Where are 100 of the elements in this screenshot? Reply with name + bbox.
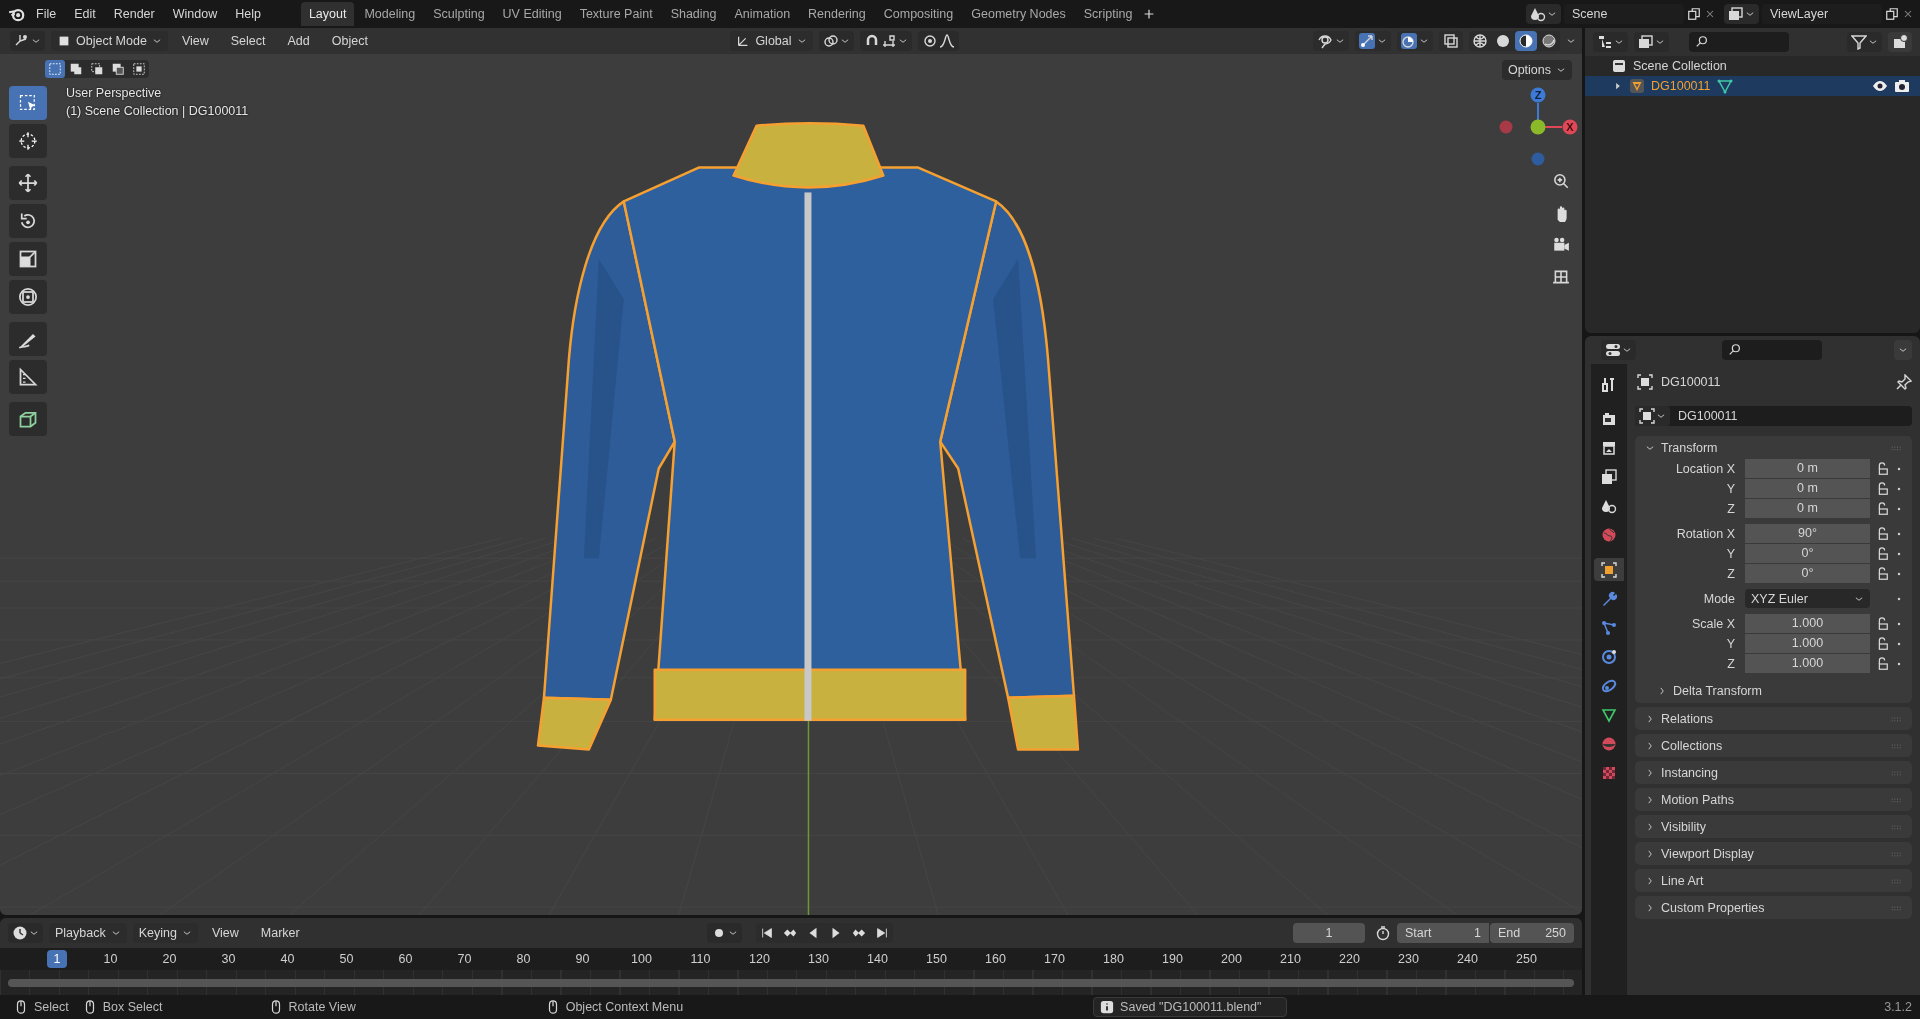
- axis-handle[interactable]: Z: [1530, 87, 1546, 103]
- workspace-tab[interactable]: Layout: [300, 2, 355, 26]
- panel-header[interactable]: Visibility: [1635, 815, 1912, 838]
- menu-item[interactable]: File: [28, 4, 65, 24]
- filter-button[interactable]: [1847, 32, 1882, 52]
- menu-item[interactable]: View: [173, 31, 217, 51]
- display-mode-button[interactable]: [1634, 32, 1669, 52]
- workspace-tab[interactable]: Modeling: [356, 2, 424, 26]
- number-field[interactable]: 0°: [1745, 544, 1870, 563]
- editor-type-button[interactable]: [8, 923, 43, 943]
- menu-item[interactable]: Help: [227, 4, 269, 24]
- toggle-button[interactable]: [1355, 31, 1391, 51]
- number-field[interactable]: 1.000: [1745, 614, 1870, 633]
- shading-button[interactable]: [1515, 31, 1537, 51]
- proportional-button[interactable]: [917, 31, 959, 51]
- browse-button[interactable]: [1526, 4, 1561, 24]
- tree-item[interactable]: DG100011: [1585, 76, 1920, 96]
- number-field[interactable]: 0 m: [1745, 459, 1870, 478]
- axis-handle[interactable]: [1499, 120, 1513, 134]
- browse-button[interactable]: [1635, 406, 1670, 426]
- tool-button[interactable]: [9, 360, 47, 394]
- tool-button[interactable]: [9, 124, 47, 158]
- tool-button[interactable]: [9, 86, 47, 120]
- workspace-tab[interactable]: Texture Paint: [571, 2, 661, 26]
- menu-item[interactable]: Render: [105, 4, 163, 24]
- panel-header[interactable]: Transform: [1635, 436, 1912, 459]
- pin-icon[interactable]: [1896, 374, 1912, 390]
- scrollbar[interactable]: [8, 979, 1574, 987]
- menu-item[interactable]: Object: [323, 31, 376, 51]
- number-field[interactable]: 1.000: [1745, 634, 1870, 653]
- subpanel-header[interactable]: Delta Transform: [1635, 679, 1912, 703]
- layers-field[interactable]: ViewLayer: [1762, 4, 1882, 24]
- tool-button[interactable]: [9, 322, 47, 356]
- menu-item[interactable]: View: [203, 923, 247, 943]
- eye-icon[interactable]: [1872, 78, 1888, 94]
- menu-item[interactable]: Edit: [66, 4, 104, 24]
- options-dropdown[interactable]: Options: [1501, 60, 1572, 80]
- close-icon[interactable]: [1704, 8, 1716, 20]
- panel-header[interactable]: Collections: [1635, 734, 1912, 757]
- panel-header[interactable]: Custom Properties: [1635, 896, 1912, 919]
- number-field[interactable]: 0°: [1745, 564, 1870, 583]
- workspace-tab[interactable]: Animation: [726, 2, 799, 26]
- tool-button[interactable]: [9, 280, 47, 314]
- toggle-button[interactable]: [1313, 31, 1349, 51]
- options-button[interactable]: [1894, 340, 1912, 360]
- menu-item[interactable]: Add: [279, 31, 318, 51]
- workspace-tab[interactable]: Geometry Nodes: [963, 2, 1074, 26]
- current-frame-field[interactable]: 1: [1293, 923, 1365, 943]
- browse-button[interactable]: [1724, 4, 1759, 24]
- copy-icon[interactable]: [1687, 7, 1701, 21]
- tree-item[interactable]: Scene Collection: [1585, 56, 1920, 76]
- start-frame-field[interactable]: Start 1: [1397, 923, 1489, 943]
- toggle-button[interactable]: [1397, 31, 1433, 51]
- number-field[interactable]: 1.000: [1745, 654, 1870, 673]
- panel-header[interactable]: Motion Paths: [1635, 788, 1912, 811]
- stopwatch-icon[interactable]: [1375, 925, 1391, 941]
- editor-type-button[interactable]: [1601, 340, 1636, 360]
- tool-button[interactable]: [9, 204, 47, 238]
- panel-header[interactable]: Viewport Display: [1635, 842, 1912, 865]
- close-icon[interactable]: [1902, 8, 1914, 20]
- panel-header[interactable]: Line Art: [1635, 869, 1912, 892]
- panel-header[interactable]: Relations: [1635, 707, 1912, 730]
- workspace-tab[interactable]: Shading: [662, 2, 725, 26]
- copy-icon[interactable]: [1885, 7, 1899, 21]
- panel-header[interactable]: Instancing: [1635, 761, 1912, 784]
- workspace-tab[interactable]: Rendering: [800, 2, 874, 26]
- record-button[interactable]: [707, 923, 743, 943]
- axis-handle[interactable]: [1531, 152, 1545, 166]
- number-field[interactable]: 0 m: [1745, 499, 1870, 518]
- workspace-tab[interactable]: UV Editing: [494, 2, 570, 26]
- new-collection-button[interactable]: [1888, 32, 1912, 52]
- properties-tab[interactable]: [1594, 558, 1624, 581]
- axis-handle[interactable]: [1530, 119, 1546, 135]
- mode-dropdown[interactable]: Object Mode: [51, 31, 168, 51]
- search-field[interactable]: [1689, 32, 1789, 52]
- end-frame-field[interactable]: End 250: [1490, 923, 1574, 943]
- pivot-button[interactable]: [818, 31, 854, 51]
- select-mode-button[interactable]: [45, 60, 65, 78]
- menu-item[interactable]: Select: [222, 31, 274, 51]
- orientation-dropdown[interactable]: Global: [730, 31, 813, 51]
- menu-item[interactable]: Marker: [252, 923, 308, 943]
- number-field[interactable]: 90°: [1745, 524, 1870, 543]
- workspace-tab[interactable]: Sculpting: [425, 2, 493, 26]
- playhead[interactable]: 1: [47, 950, 67, 968]
- toggle-button[interactable]: [1439, 31, 1463, 51]
- tool-button[interactable]: [9, 166, 47, 200]
- tool-button[interactable]: [9, 402, 47, 436]
- mode-dropdown[interactable]: XYZ Euler: [1745, 589, 1870, 608]
- number-field[interactable]: 0 m: [1745, 479, 1870, 498]
- search-field[interactable]: [1722, 340, 1822, 360]
- menu-item[interactable]: Window: [164, 4, 226, 24]
- scene-field[interactable]: Scene: [1564, 4, 1684, 24]
- editor-type-button[interactable]: [1593, 32, 1628, 52]
- snap-button[interactable]: [859, 31, 912, 51]
- workspace-tab[interactable]: Scripting: [1075, 2, 1141, 26]
- workspace-tab[interactable]: Compositing: [875, 2, 962, 26]
- menu-dropdown[interactable]: Keying: [132, 923, 198, 943]
- menu-dropdown[interactable]: Playback: [49, 923, 127, 943]
- axis-handle[interactable]: X: [1562, 119, 1578, 135]
- tool-button[interactable]: [9, 242, 47, 276]
